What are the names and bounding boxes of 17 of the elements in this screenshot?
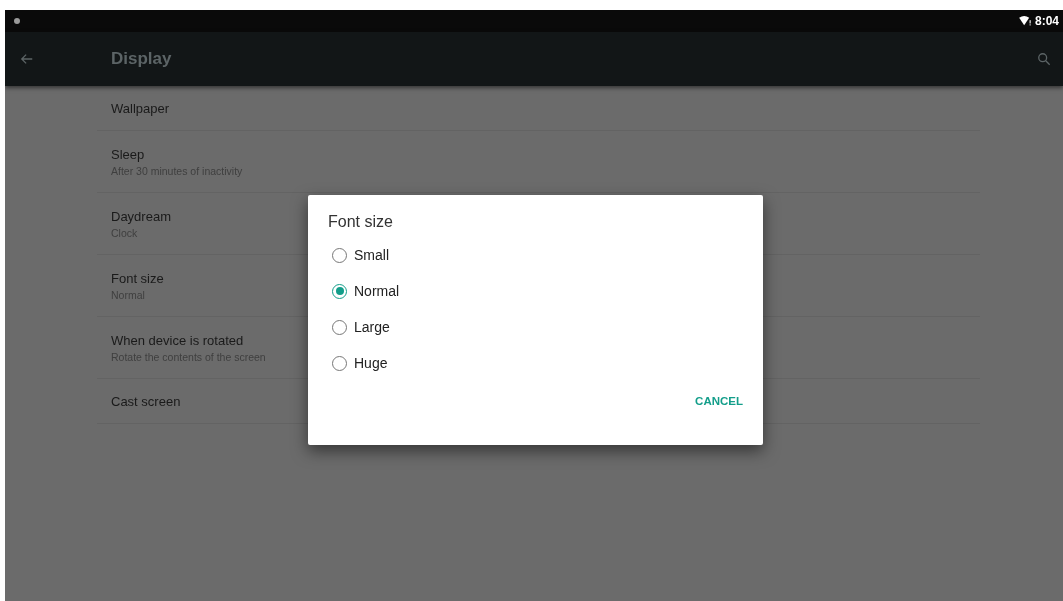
option-label[interactable]: Normal — [354, 283, 400, 299]
notification-dot-icon — [14, 18, 20, 24]
back-arrow-icon[interactable] — [20, 52, 34, 66]
setting-title: Daydream — [111, 208, 171, 224]
option-label[interactable]: Huge — [354, 355, 388, 371]
wifi-icon — [1018, 16, 1031, 26]
dialog-title: Font size — [328, 213, 394, 231]
option-label[interactable]: Small — [354, 247, 389, 263]
search-icon[interactable] — [1037, 52, 1051, 66]
setting-title: Wallpaper — [111, 100, 170, 116]
setting-title: Cast screen — [111, 393, 181, 409]
setting-title: When device is rotated — [111, 332, 244, 348]
screen-title: Display — [111, 49, 173, 69]
setting-title: Sleep — [111, 146, 145, 162]
setting-title: Font size — [111, 270, 164, 286]
option-label[interactable]: Large — [354, 319, 390, 335]
clock-time: 8:04 — [1034, 14, 1059, 28]
